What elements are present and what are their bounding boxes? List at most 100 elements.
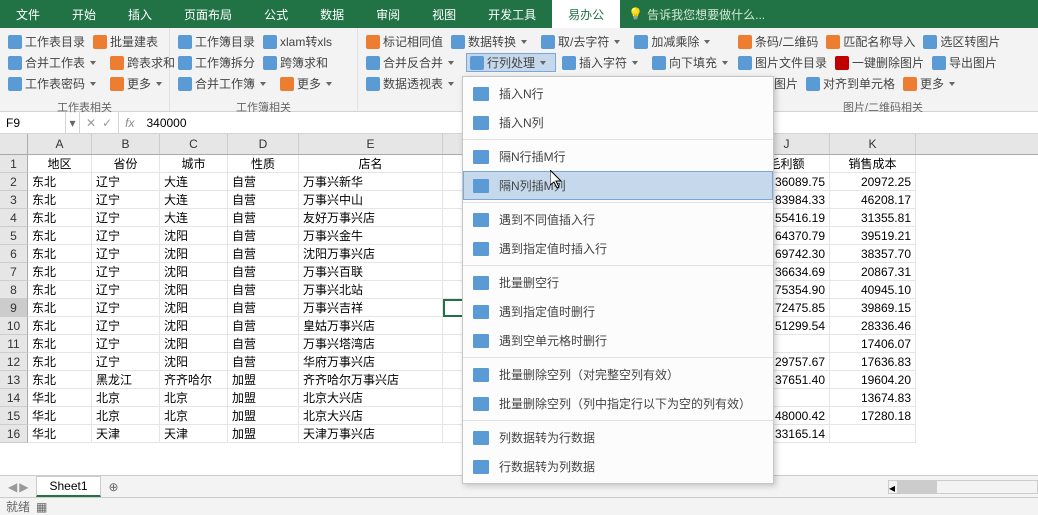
cell[interactable]: 北京: [92, 407, 160, 425]
submenu-item[interactable]: 隔N行插M行: [463, 142, 773, 171]
cell[interactable]: 46208.17: [830, 191, 916, 209]
submenu-item[interactable]: 行数据转为列数据: [463, 452, 773, 481]
cell[interactable]: 皇姑万事兴店: [299, 317, 443, 335]
cell[interactable]: 20867.31: [830, 263, 916, 281]
sheet-nav-next-icon[interactable]: ▶: [19, 480, 28, 494]
cell[interactable]: 17280.18: [830, 407, 916, 425]
cell[interactable]: 加盟: [228, 407, 299, 425]
col-hdr-B[interactable]: B: [92, 134, 160, 154]
cell[interactable]: 加盟: [228, 371, 299, 389]
tab-view[interactable]: 视图: [416, 0, 472, 28]
add-sheet-button[interactable]: ⊕: [101, 480, 127, 494]
cell-header[interactable]: 省份: [92, 155, 160, 173]
cell[interactable]: 加盟: [228, 425, 299, 443]
col-hdr-E[interactable]: E: [299, 134, 443, 154]
cell[interactable]: 加盟: [228, 389, 299, 407]
btn-sel-to-img[interactable]: 选区转图片: [921, 32, 1002, 51]
row-hdr-6[interactable]: 6: [0, 245, 28, 263]
row-hdr-13[interactable]: 13: [0, 371, 28, 389]
btn-fill-down[interactable]: 向下填充: [650, 53, 736, 72]
cell[interactable]: 东北: [28, 173, 92, 191]
cell[interactable]: 齐齐哈尔: [160, 371, 228, 389]
submenu-item[interactable]: 批量删空行: [463, 268, 773, 297]
cell[interactable]: 东北: [28, 353, 92, 371]
submenu-item[interactable]: 列数据转为行数据: [463, 423, 773, 452]
fx-cancel-icon[interactable]: ✕: [86, 116, 96, 130]
cell[interactable]: 大连: [160, 173, 228, 191]
submenu-item[interactable]: 插入N行: [463, 79, 773, 108]
cell[interactable]: 38357.70: [830, 245, 916, 263]
btn-batch-create[interactable]: 批量建表: [91, 32, 160, 51]
row-hdr-7[interactable]: 7: [0, 263, 28, 281]
btn-pivot[interactable]: 数据透视表: [364, 74, 462, 93]
row-hdr-5[interactable]: 5: [0, 227, 28, 245]
cell[interactable]: 北京大兴店: [299, 407, 443, 425]
btn-mark-same[interactable]: 标记相同值: [364, 32, 445, 51]
btn-xlam[interactable]: xlam转xls: [261, 32, 334, 51]
row-hdr-16[interactable]: 16: [0, 425, 28, 443]
select-all-corner[interactable]: [0, 134, 28, 154]
scroll-thumb[interactable]: [897, 481, 937, 493]
btn-del-img[interactable]: 一键删除图片: [833, 53, 926, 72]
cell[interactable]: 自营: [228, 353, 299, 371]
cell[interactable]: 自营: [228, 281, 299, 299]
cell[interactable]: 东北: [28, 281, 92, 299]
col-hdr-D[interactable]: D: [228, 134, 299, 154]
btn-insert-char[interactable]: 插入字符: [560, 53, 646, 72]
row-hdr-2[interactable]: 2: [0, 173, 28, 191]
btn-sheet-pwd[interactable]: 工作表密码: [6, 74, 104, 93]
cell[interactable]: 万事兴中山: [299, 191, 443, 209]
macro-icon[interactable]: ▦: [36, 500, 47, 514]
cell[interactable]: 辽宁: [92, 209, 160, 227]
cell[interactable]: 自营: [228, 209, 299, 227]
cell[interactable]: 沈阳: [160, 281, 228, 299]
cell[interactable]: 17636.83: [830, 353, 916, 371]
cell[interactable]: 大连: [160, 191, 228, 209]
row-hdr-3[interactable]: 3: [0, 191, 28, 209]
submenu-item[interactable]: 遇到空单元格时删行: [463, 326, 773, 355]
sheet-tab-1[interactable]: Sheet1: [36, 476, 100, 497]
cell[interactable]: 17406.07: [830, 335, 916, 353]
cell[interactable]: 自营: [228, 191, 299, 209]
row-hdr-12[interactable]: 12: [0, 353, 28, 371]
cell-header[interactable]: 城市: [160, 155, 228, 173]
cell[interactable]: 辽宁: [92, 245, 160, 263]
cell[interactable]: 天津万事兴店: [299, 425, 443, 443]
cell[interactable]: 自营: [228, 335, 299, 353]
cell[interactable]: 沈阳: [160, 353, 228, 371]
cell[interactable]: 北京: [160, 389, 228, 407]
cell[interactable]: 沈阳: [160, 227, 228, 245]
cell[interactable]: 东北: [28, 317, 92, 335]
btn-align-cell[interactable]: 对齐到单元格: [804, 74, 897, 93]
cell[interactable]: 北京大兴店: [299, 389, 443, 407]
tab-formula[interactable]: 公式: [248, 0, 304, 28]
cell[interactable]: 沈阳: [160, 317, 228, 335]
btn-book-sum[interactable]: 跨簿求和: [261, 53, 330, 72]
cell[interactable]: 沈阳万事兴店: [299, 245, 443, 263]
cell[interactable]: 28336.46: [830, 317, 916, 335]
col-hdr-K[interactable]: K: [830, 134, 916, 154]
cell[interactable]: 沈阳: [160, 335, 228, 353]
btn-sheet-toc[interactable]: 工作表目录: [6, 32, 87, 51]
btn-more-1[interactable]: 更多: [108, 74, 170, 93]
cell[interactable]: 自营: [228, 245, 299, 263]
tab-home[interactable]: 开始: [56, 0, 112, 28]
tab-dev[interactable]: 开发工具: [472, 0, 552, 28]
btn-more-4[interactable]: 更多: [901, 74, 963, 93]
cell[interactable]: 东北: [28, 191, 92, 209]
cell[interactable]: 20972.25: [830, 173, 916, 191]
cell[interactable]: 天津: [92, 425, 160, 443]
cell[interactable]: 东北: [28, 335, 92, 353]
cell-header[interactable]: 销售成本: [830, 155, 916, 173]
cell[interactable]: [830, 425, 916, 443]
tab-layout[interactable]: 页面布局: [168, 0, 248, 28]
cell[interactable]: 辽宁: [92, 191, 160, 209]
tab-yibangong[interactable]: 易办公: [552, 0, 620, 28]
cell[interactable]: 辽宁: [92, 227, 160, 245]
tab-insert[interactable]: 插入: [112, 0, 168, 28]
cell[interactable]: 辽宁: [92, 173, 160, 191]
sheet-nav-prev-icon[interactable]: ◀: [8, 480, 17, 494]
name-box-dropdown[interactable]: ▾: [66, 112, 80, 133]
name-box[interactable]: F9: [0, 112, 66, 133]
cell[interactable]: 39519.21: [830, 227, 916, 245]
